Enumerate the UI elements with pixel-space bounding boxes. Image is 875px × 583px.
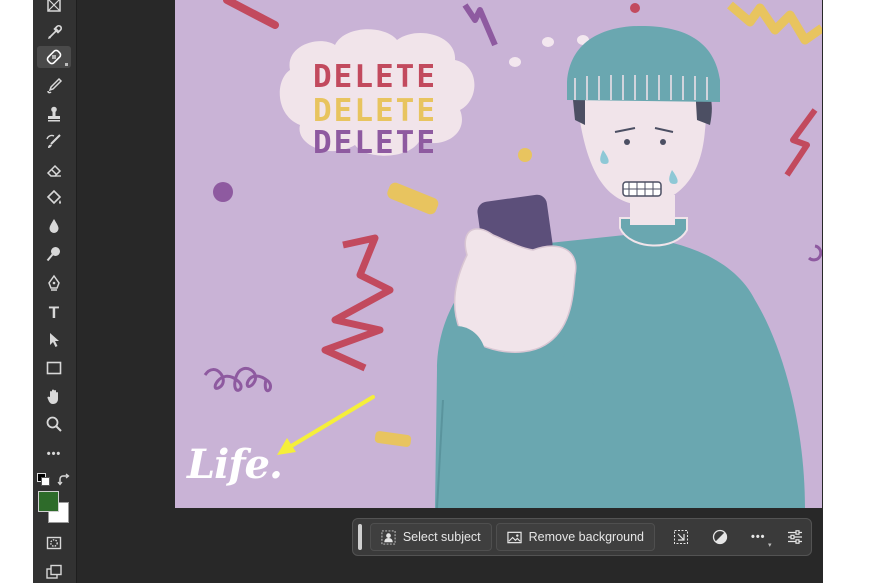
ellipsis-icon: ••• xyxy=(750,531,766,543)
remove-background-button[interactable]: Remove background xyxy=(495,523,656,551)
magnifier-icon xyxy=(46,416,62,432)
yellow-confetti xyxy=(374,431,412,447)
quick-mask-icon xyxy=(46,536,62,550)
blur-icon xyxy=(49,219,59,233)
tools-panel: T ••• xyxy=(33,0,77,583)
default-colors-button[interactable] xyxy=(37,473,50,486)
yellow-dot xyxy=(518,148,532,162)
purple-loop xyxy=(807,244,822,262)
transform-selection-icon xyxy=(674,530,689,544)
contextual-task-bar: Select subject Remove background ••• ▾ xyxy=(352,518,812,556)
yellow-arrow-line xyxy=(281,395,375,453)
rectangle-tool[interactable] xyxy=(37,357,71,379)
eye xyxy=(660,139,666,145)
dropdown-caret-icon: ▾ xyxy=(768,542,772,549)
eraser-tool[interactable] xyxy=(37,159,71,181)
more-options-button[interactable]: ••• ▾ xyxy=(742,523,775,551)
quick-mask-button[interactable] xyxy=(37,532,71,554)
beanie xyxy=(567,25,720,102)
default-background-swatch xyxy=(41,477,50,486)
transform-selection-button[interactable] xyxy=(665,523,698,551)
eraser-icon xyxy=(46,164,62,177)
red-zigzag-right xyxy=(784,108,818,177)
select-subject-button[interactable]: Select subject xyxy=(369,523,492,551)
bubble-text-line-3: DELETE xyxy=(313,125,437,161)
foreground-color-swatch[interactable] xyxy=(38,491,59,512)
dodge-tool[interactable] xyxy=(37,243,71,265)
adjustment-layer-button[interactable] xyxy=(704,523,737,551)
screen-mode-button[interactable] xyxy=(37,561,71,583)
arrow-cursor-icon xyxy=(50,333,59,347)
pen-tool[interactable] xyxy=(37,272,71,294)
taskbar-settings-button[interactable] xyxy=(779,523,812,551)
dodge-icon xyxy=(46,247,60,262)
select-subject-label: Select subject xyxy=(402,530,481,544)
sliders-icon xyxy=(787,530,802,544)
purple-loops xyxy=(203,366,272,393)
life-logo: Life. xyxy=(187,441,283,488)
thought-dot xyxy=(509,57,521,67)
ellipsis-icon: ••• xyxy=(46,447,62,460)
type-icon: T xyxy=(48,302,60,322)
bubble-text-line-2: DELETE xyxy=(313,93,437,129)
confetti-stroke xyxy=(223,0,279,29)
brush-tool[interactable] xyxy=(37,75,71,97)
screen-mode-icon xyxy=(46,564,62,579)
remove-background-label: Remove background xyxy=(528,530,645,544)
thought-dot xyxy=(542,37,554,47)
hand-tool[interactable] xyxy=(37,385,71,407)
eyedropper-icon xyxy=(48,24,63,39)
swap-colors-button[interactable] xyxy=(57,473,71,487)
more-tools-button[interactable]: ••• xyxy=(37,443,71,465)
taskbar-drag-handle[interactable] xyxy=(358,524,362,550)
swap-arrow-icon xyxy=(57,473,70,486)
yellow-confetti xyxy=(387,182,439,215)
red-zigzag-left xyxy=(321,234,394,372)
zoom-tool[interactable] xyxy=(37,413,71,435)
paint-bucket-icon xyxy=(46,189,62,205)
paint-bucket-tool[interactable] xyxy=(37,187,71,209)
select-subject-icon xyxy=(381,529,396,545)
pen-icon xyxy=(48,274,60,291)
eye xyxy=(624,139,630,145)
image-canvas[interactable]: DELETE DELETE DELETE Life. xyxy=(175,0,822,508)
tool-group-indicator xyxy=(65,63,68,66)
yellow-zigzag xyxy=(727,1,822,45)
red-dot xyxy=(630,3,640,13)
eyedropper-tool[interactable] xyxy=(37,22,71,44)
hand-icon xyxy=(47,389,58,404)
path-selection-tool[interactable] xyxy=(37,329,71,351)
artboard-tool[interactable] xyxy=(37,0,71,16)
purple-zigzag xyxy=(462,3,498,47)
history-brush-icon xyxy=(46,134,61,148)
brush-icon xyxy=(47,77,63,94)
half-circle-icon xyxy=(712,529,727,545)
image-icon xyxy=(506,531,522,543)
stamp-icon xyxy=(48,106,60,122)
bubble-text-line-1: DELETE xyxy=(313,59,437,95)
illustration xyxy=(203,0,822,508)
history-brush-tool[interactable] xyxy=(37,131,71,153)
artboard-icon xyxy=(47,0,61,12)
clone-stamp-tool[interactable] xyxy=(37,103,71,125)
photoshop-window: T ••• DELETE DELETE DELETE Life. Select … xyxy=(0,0,875,583)
spot-healing-brush-tool[interactable] xyxy=(37,46,71,68)
type-tool[interactable]: T xyxy=(37,301,71,323)
rectangle-icon xyxy=(46,361,62,375)
purple-dot xyxy=(213,182,233,202)
blur-tool[interactable] xyxy=(37,215,71,237)
healing-brush-icon xyxy=(46,49,62,65)
